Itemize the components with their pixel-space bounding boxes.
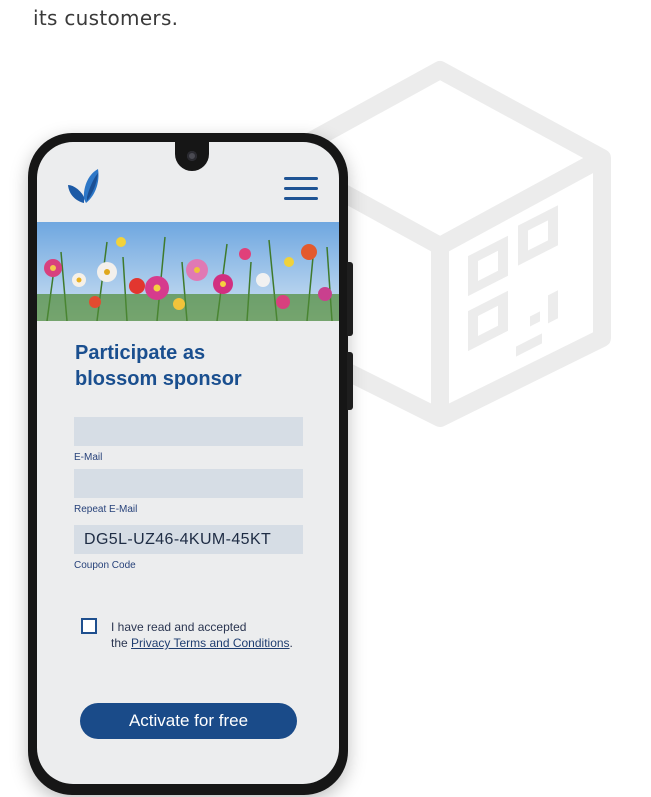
privacy-terms-link[interactable]: Privacy Terms and Conditions: [131, 636, 290, 650]
email-label: E-Mail: [74, 452, 103, 463]
email-field[interactable]: [74, 417, 303, 446]
phone-side-button: [347, 262, 353, 336]
page-title: Participate as blossom sponsor: [75, 342, 242, 390]
flower-meadow-image: [37, 222, 339, 321]
coupon-code-field[interactable]: [74, 525, 303, 554]
repeat-email-label: Repeat E-Mail: [74, 504, 138, 515]
front-camera: [187, 151, 197, 161]
activate-button[interactable]: Activate for free: [80, 703, 297, 739]
privacy-consent-checkbox[interactable]: [81, 618, 97, 634]
repeat-email-field[interactable]: [74, 469, 303, 498]
coupon-code-label: Coupon Code: [74, 560, 136, 571]
hamburger-menu-icon[interactable]: [284, 175, 320, 205]
butterfly-logo-icon[interactable]: [66, 167, 102, 207]
privacy-consent-text: I have read and accepted the Privacy Ter…: [111, 620, 293, 650]
intro-text: its customers.: [33, 6, 179, 30]
phone-side-button: [347, 352, 353, 410]
